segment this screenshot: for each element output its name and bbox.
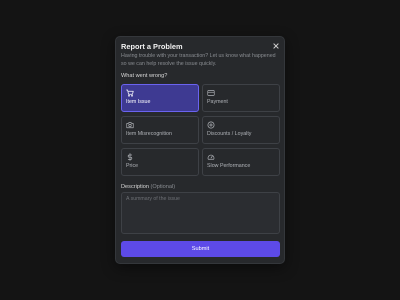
description-textarea[interactable] [121, 192, 280, 234]
option-price[interactable]: Price [121, 148, 199, 176]
option-item-misrecognition[interactable]: Item Misrecognition [121, 116, 199, 144]
submit-button[interactable]: Submit [121, 241, 280, 257]
option-label: Item Misrecognition [126, 131, 172, 137]
option-label: Item Issue [126, 99, 151, 105]
description-label: Description (Optional) [121, 184, 175, 190]
cart-icon [126, 89, 134, 97]
option-label: Payment [207, 99, 228, 105]
gauge-icon [207, 153, 215, 161]
option-label: Price [126, 163, 139, 169]
modal-title: Report a Problem [121, 42, 183, 51]
optional-tag: (Optional) [150, 184, 176, 190]
report-problem-modal: Report a Problem Having trouble with you… [115, 36, 285, 264]
option-label: Slow Performance [207, 163, 251, 169]
dollar-icon [126, 153, 134, 161]
option-item-issue[interactable]: Item Issue [121, 84, 199, 112]
credit-card-icon [207, 89, 215, 97]
close-icon [273, 43, 279, 49]
option-slow-performance[interactable]: Slow Performance [202, 148, 280, 176]
description-label-text: Description [121, 184, 149, 190]
close-button[interactable] [270, 40, 282, 52]
plus-circle-icon [207, 121, 215, 129]
option-discounts-loyalty[interactable]: Discounts / Loyalty [202, 116, 280, 144]
camera-icon [126, 121, 134, 129]
option-payment[interactable]: Payment [202, 84, 280, 112]
option-label: Discounts / Loyalty [207, 131, 252, 137]
issue-section-label: What went wrong? [121, 73, 168, 79]
modal-subtitle: Having trouble with your transaction? Le… [121, 53, 276, 67]
